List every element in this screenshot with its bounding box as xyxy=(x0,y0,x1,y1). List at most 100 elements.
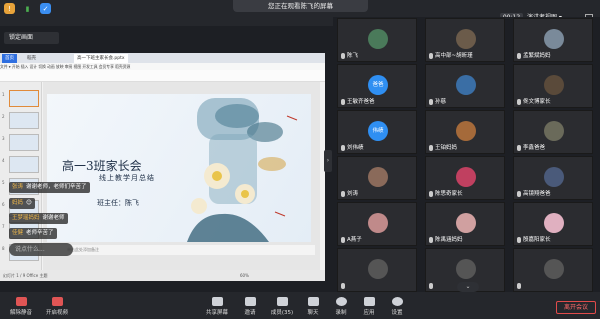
mic-icon xyxy=(517,190,521,197)
participant-tile[interactable] xyxy=(337,248,417,292)
collapse-panel-handle[interactable]: › xyxy=(324,150,332,172)
participant-tile[interactable]: 刘涛 xyxy=(337,156,417,200)
slide-thumbnail[interactable] xyxy=(9,156,39,173)
mic-icon xyxy=(517,98,521,105)
participant-name: 陈飞 xyxy=(341,51,358,59)
apps-icon xyxy=(363,297,375,306)
participant-tile[interactable]: 孟繁斌妈妈 xyxy=(513,18,593,62)
participant-tile[interactable]: 爸爸王敏齐爸爸 xyxy=(337,64,417,108)
settings-label: 设置 xyxy=(391,310,403,316)
slide-thumbnail[interactable] xyxy=(9,90,39,107)
avatar: 爸爸 xyxy=(368,75,388,95)
settings-button[interactable]: 设置 xyxy=(380,297,414,316)
chat-message: 佳健 老师辛苦了 xyxy=(9,228,57,239)
members-icon xyxy=(276,297,288,306)
mic-icon xyxy=(429,98,433,105)
tab-document[interactable]: 高一下班主家长会.pptx xyxy=(74,54,128,63)
participant-name xyxy=(341,282,347,290)
avatar xyxy=(456,29,476,49)
shield-icon[interactable]: ✓ xyxy=(40,3,51,14)
participant-tile[interactable]: 伟绩 刘伟绩 xyxy=(337,110,417,154)
avatar xyxy=(544,213,564,233)
participant-name: 陈思奇家长 xyxy=(429,189,463,197)
avatar xyxy=(544,75,564,95)
participant-tile[interactable] xyxy=(513,248,593,292)
slide-thumbnails: 1 2 3 4 5 6 7 8 xyxy=(0,82,42,270)
participant-tile[interactable]: 陈禹涵妈妈 xyxy=(425,202,505,246)
signal-icon[interactable]: ▮ xyxy=(22,3,33,14)
info-icon[interactable]: ! xyxy=(4,3,15,14)
participant-tile[interactable]: A燕子 xyxy=(337,202,417,246)
invite-icon xyxy=(244,297,256,306)
chat-message: 王梦瑶妈妈 谢谢老师 xyxy=(9,213,68,224)
leave-meeting-button[interactable]: 离开会议 xyxy=(556,301,596,314)
participant-name: 高镜翔爸爸 xyxy=(517,189,551,197)
ppt-menu-bar[interactable]: 文件 ▾ 开始 插入 设计 切换 动画 放映 审阅 视图 开发工具 会员专享 稻… xyxy=(0,63,325,70)
chat-sender: 妈妈 xyxy=(12,200,24,206)
share-screen-button[interactable]: 共享屏幕 xyxy=(200,297,234,316)
mic-icon xyxy=(429,144,433,151)
participant-name-text: 刘涛 xyxy=(347,191,359,197)
chat-sender: 张涛 xyxy=(12,184,24,190)
avatar xyxy=(368,167,388,187)
scroll-down-icon[interactable]: ⌄ xyxy=(457,282,479,292)
mic-off-icon xyxy=(15,297,27,306)
thumb-number: 7 xyxy=(2,224,5,229)
participant-name-text: 殷嘉阳家长 xyxy=(523,237,551,243)
share-label: 共享屏幕 xyxy=(205,310,228,316)
mic-icon xyxy=(517,236,521,243)
invite-button[interactable]: 邀请 xyxy=(233,297,267,316)
slide-author: 班主任：陈飞 xyxy=(97,199,139,207)
participant-tile[interactable]: 殷嘉阳家长 xyxy=(513,202,593,246)
mic-icon xyxy=(341,52,345,59)
ppt-tab-bar: 首页 稻壳 高一下班主家长会.pptx xyxy=(0,53,325,63)
participant-name-text: 王敏齐爸爸 xyxy=(347,99,375,105)
unmute-button[interactable]: 解除静音 xyxy=(4,297,38,316)
avatar xyxy=(544,259,564,279)
participant-tile[interactable]: 陈飞 xyxy=(337,18,417,62)
participant-tile[interactable]: 王铂妈妈 xyxy=(425,110,505,154)
participant-name: 佟文博家长 xyxy=(517,97,551,105)
participant-tile[interactable]: 高中部~胡昕瑾 xyxy=(425,18,505,62)
chat-message: 张涛 谢谢老师，老师们辛苦了 xyxy=(9,182,90,193)
chat-input[interactable]: 说点什么... xyxy=(9,243,73,256)
tab-docer[interactable]: 稻壳 xyxy=(24,54,39,63)
zoom-level[interactable]: 60% xyxy=(240,270,249,281)
participant-name: A燕子 xyxy=(341,235,362,243)
avatar xyxy=(456,213,476,233)
mic-icon xyxy=(429,282,433,289)
participant-tile[interactable]: 佟文博家长 xyxy=(513,64,593,108)
chat-text: 谢谢老师 xyxy=(42,215,65,221)
avatar xyxy=(456,121,476,141)
avatar xyxy=(544,29,564,49)
top-left-icons: ! ▮ ✓ xyxy=(4,3,51,14)
participant-tile[interactable]: 陈思奇家长 xyxy=(425,156,505,200)
participant-name-text: 孙慈 xyxy=(435,99,447,105)
participant-name-text: 王铂妈妈 xyxy=(435,145,458,151)
participant-name-text: 高镜翔爸爸 xyxy=(523,191,551,197)
video-button[interactable]: 开启视频 xyxy=(40,297,74,316)
mic-icon xyxy=(517,282,521,289)
tab-home[interactable]: 首页 xyxy=(2,54,17,63)
mic-icon xyxy=(341,98,345,105)
mic-icon xyxy=(341,190,345,197)
avatar-text: 爸爸 xyxy=(372,82,384,88)
thumb-number: 1 xyxy=(2,92,5,97)
participant-name-text: 李鑫爸爸 xyxy=(523,145,546,151)
notes-placeholder[interactable]: 单击此处添加备注 xyxy=(43,245,315,255)
participant-tile[interactable]: 李鑫爸爸 xyxy=(513,110,593,154)
participant-name-text: 高中部~胡昕瑾 xyxy=(435,53,473,59)
participant-tile[interactable]: 孙慈 xyxy=(425,64,505,108)
thumb-number: 2 xyxy=(2,114,5,119)
slide-thumbnail[interactable] xyxy=(9,134,39,151)
chat-text: 谢谢老师，老师们辛苦了 xyxy=(26,184,87,190)
emoji-icon: 😊 xyxy=(26,200,32,206)
members-button[interactable]: 成员(35) xyxy=(265,297,299,316)
avatar xyxy=(544,167,564,187)
chat-label: 聊天 xyxy=(307,310,319,316)
lock-screen-button[interactable]: 锁定画面 xyxy=(4,32,59,44)
slide-thumbnail[interactable] xyxy=(9,112,39,129)
slide-title: 高一3班家长会 xyxy=(62,159,142,173)
participant-tile[interactable]: 高镜翔爸爸 xyxy=(513,156,593,200)
ppt-status-bar: 幻灯片 1 / 9 Office 主题 60% xyxy=(0,270,325,281)
